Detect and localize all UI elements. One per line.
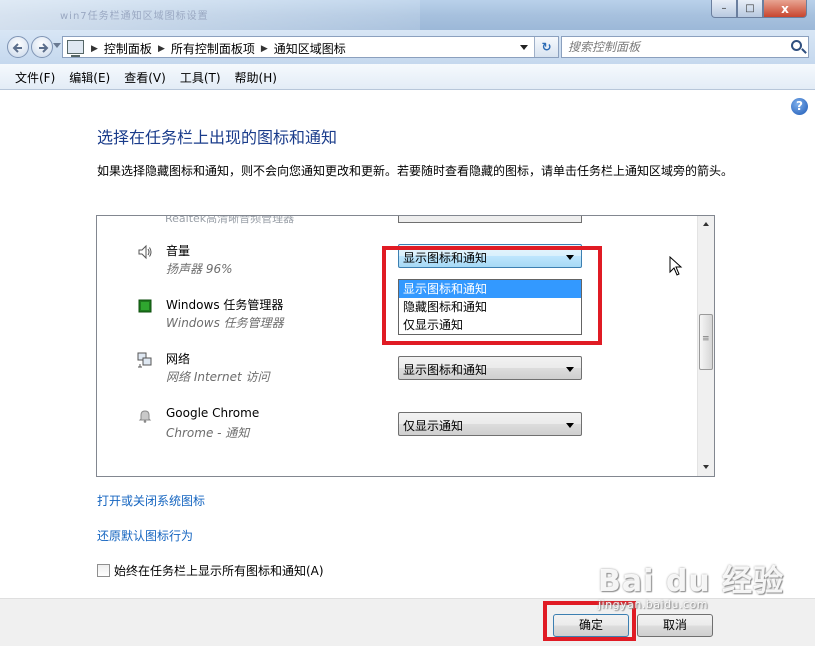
bell-icon [138,410,152,423]
window-title: win7任务栏通知区域图标设置 [60,11,209,22]
item-subtitle: 网络 Internet 访问 [166,370,270,384]
back-button[interactable] [7,36,29,58]
maximize-icon: □ [745,3,755,14]
watermark-main: Bai du 经验 [598,564,785,599]
chevron-down-icon [566,423,574,428]
speaker-icon [138,244,152,260]
watermark: Bai du 经验 jingyan.baidu.com [598,556,784,611]
breadcrumb-item[interactable]: 所有控制面板项 [171,40,255,57]
forward-button[interactable] [31,36,53,58]
item-subtitle: Windows 任务管理器 [166,316,284,330]
list-item-network: 网络 网络 Internet 访问 显示图标和通知 [97,342,695,386]
breadcrumb-chevron-icon[interactable]: ▶ [158,44,165,54]
help-icon[interactable]: ? [791,98,808,115]
always-show-all-label[interactable]: 始终在任务栏上显示所有图标和通知(A) [114,562,324,579]
breadcrumb-item[interactable]: 控制面板 [104,40,152,57]
title-bar: win7任务栏通知区域图标设置 – □ x [0,0,815,30]
page-description: 如果选择隐藏图标和通知，则不会向您通知更改和更新。若要随时查看隐藏的图标，请单击… [97,164,734,178]
chevron-down-icon [566,367,574,372]
item-subtitle: Chrome - 通知 [166,426,250,440]
restore-default-link[interactable]: 还原默认图标行为 [97,527,193,544]
cancel-button[interactable]: 取消 [637,614,713,637]
always-show-all-row: 始终在任务栏上显示所有图标和通知(A) [97,562,324,579]
item-name: 音量 [166,244,191,258]
behavior-select-chrome[interactable]: 仅显示通知 [398,412,582,436]
cutoff-row-label: Realtek高清晰音频管理器 [165,215,295,225]
item-subtitle: 扬声器 96% [166,262,233,276]
address-row: ▶ 控制面板 ▶ 所有控制面板项 ▶ 通知区域图标 ↻ [0,30,815,64]
window-controls: – □ x [711,0,807,18]
scroll-thumb[interactable] [699,314,713,370]
address-bar[interactable]: ▶ 控制面板 ▶ 所有控制面板项 ▶ 通知区域图标 ↻ [62,36,559,58]
close-icon: x [781,1,789,16]
item-name: Windows 任务管理器 [166,298,284,312]
task-manager-icon [138,299,152,313]
search-input[interactable] [568,39,773,55]
close-button[interactable]: x [763,0,807,18]
list-scrollbar[interactable] [697,216,714,476]
item-name: 网络 [166,352,191,366]
item-name: Google Chrome [166,406,260,420]
menu-bar: 文件(F) 编辑(E) 查看(V) 工具(T) 帮助(H) [0,64,815,90]
network-icon [137,352,152,368]
forward-arrow-icon [39,43,49,53]
menu-help[interactable]: 帮助(H) [228,69,284,86]
minimize-icon: – [721,3,727,14]
control-panel-icon [67,40,84,57]
breadcrumb-item[interactable]: 通知区域图标 [274,40,346,57]
page-title: 选择在任务栏上出现的图标和通知 [97,128,338,147]
list-item-google-chrome: Google Chrome Chrome - 通知 仅显示通知 [97,398,695,442]
scroll-down-icon[interactable] [698,459,714,476]
refresh-icon: ↻ [541,40,552,54]
menu-view[interactable]: 查看(V) [117,69,173,86]
back-arrow-icon [12,43,22,53]
minimize-button[interactable]: – [711,0,737,18]
breadcrumb-chevron-icon[interactable]: ▶ [261,44,268,54]
search-icon[interactable] [791,40,802,51]
dropdown-highlight-box [382,246,602,345]
select-value: 显示图标和通知 [403,363,488,377]
maximize-button[interactable]: □ [737,0,763,18]
behavior-select-network[interactable]: 显示图标和通知 [398,356,582,380]
menu-tools[interactable]: 工具(T) [173,69,228,86]
recent-pages-chevron-icon[interactable] [53,43,61,48]
breadcrumb-chevron-icon[interactable]: ▶ [91,44,98,54]
scroll-up-icon[interactable] [698,216,714,233]
select-value: 仅显示通知 [403,419,464,433]
breadcrumb: ▶ 控制面板 ▶ 所有控制面板项 ▶ 通知区域图标 [91,40,346,57]
content-area: ? 选择在任务栏上出现的图标和通知 如果选择隐藏图标和通知，则不会向您通知更改和… [0,91,815,598]
address-dropdown-icon[interactable] [520,45,528,50]
cutoff-row-select[interactable] [398,216,582,223]
system-icons-link[interactable]: 打开或关闭系统图标 [97,492,205,509]
always-show-all-checkbox[interactable] [97,564,110,577]
refresh-button[interactable]: ↻ [534,37,558,57]
search-box [561,36,809,58]
menu-file[interactable]: 文件(F) [8,69,62,86]
menu-edit[interactable]: 编辑(E) [62,69,117,86]
